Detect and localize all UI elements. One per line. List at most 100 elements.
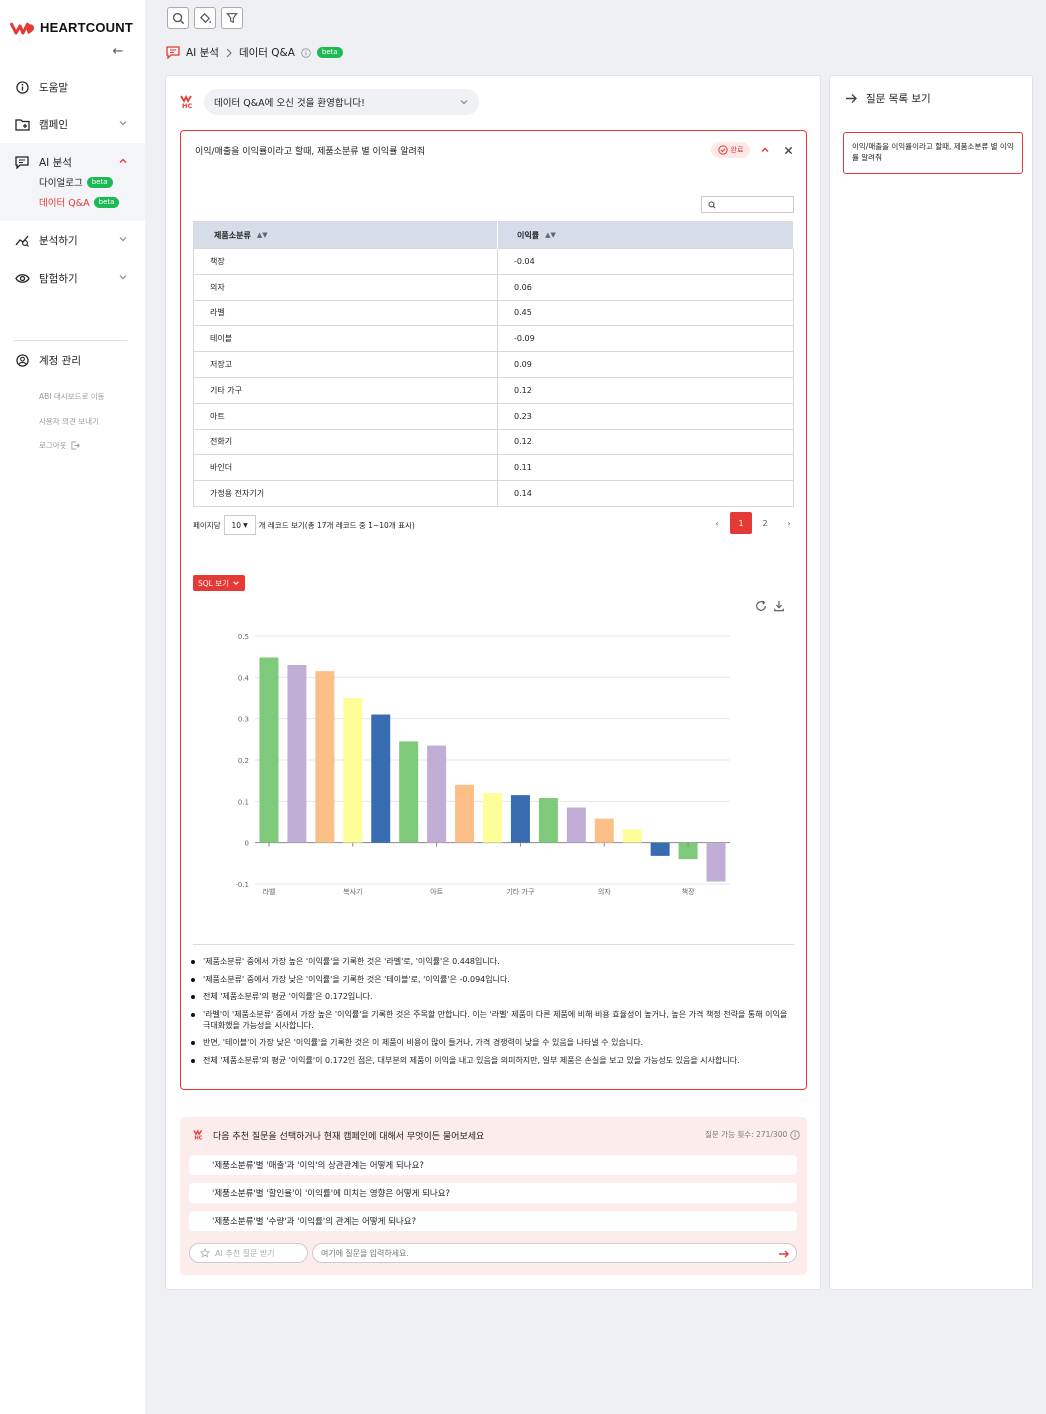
refresh-icon[interactable] xyxy=(755,600,767,612)
bar xyxy=(650,842,670,856)
sidebar-item-account[interactable]: 계정 관리 xyxy=(14,350,132,370)
next-page-button[interactable]: › xyxy=(778,512,800,534)
sidebar-item-ai-analysis[interactable]: AI 분석 xyxy=(14,152,132,172)
column-label: 제품소분류 xyxy=(214,230,251,240)
bar xyxy=(343,698,363,843)
ai-suggest-label: AI 추천 질문 받기 xyxy=(215,1248,275,1258)
question-list-title: 질문 목록 보기 xyxy=(866,93,931,105)
brand-logo[interactable]: HEARTCOUNT xyxy=(10,20,133,35)
feedback-link[interactable]: 사용자 의견 보내기 xyxy=(39,416,99,427)
question-list-item[interactable]: 이익/매출을 이익률이라고 할때, 제품소분류 별 이익률 알려줘 xyxy=(843,132,1023,174)
sql-view-button[interactable]: SQL 보기 xyxy=(193,575,245,591)
search-tool-button[interactable] xyxy=(167,7,189,29)
sort-icon: ▲▼ xyxy=(256,231,268,239)
table-cell: 0.11 xyxy=(497,454,794,481)
chevron-up-icon xyxy=(761,147,769,153)
paint-bucket-icon xyxy=(199,12,211,23)
x-tick-label: 기타 가구 xyxy=(506,887,535,896)
bar xyxy=(594,818,614,843)
collapse-sidebar-icon[interactable]: ← xyxy=(110,44,126,60)
suggested-question[interactable]: '제품소분류'별 '매출'과 '이익'의 상관관계는 어떻게 되나요? xyxy=(189,1155,797,1175)
welcome-dropdown[interactable]: 데이터 Q&A에 오신 것을 환영합니다! xyxy=(204,89,479,115)
table-cell: 아트 xyxy=(193,402,498,430)
collapse-card-button[interactable] xyxy=(758,143,772,157)
page-size-control: 페이지당 10 ▼ 개 레코드 보기(총 17개 레코드 중 1~10개 표시) xyxy=(193,515,415,535)
sidebar-item-campaign[interactable]: 캠페인 xyxy=(14,114,132,134)
sidebar-item-explore[interactable]: 탐험하기 xyxy=(14,268,132,288)
prev-page-button[interactable]: ‹ xyxy=(706,512,728,534)
y-tick-label: 0.3 xyxy=(238,716,249,724)
sidebar-sub-data-qa[interactable]: 데이터 Q&A beta xyxy=(39,195,120,209)
sub-item-label: 다이얼로그 xyxy=(39,178,83,189)
question-input[interactable] xyxy=(321,1248,761,1258)
page-size-select[interactable]: 10 ▼ xyxy=(223,515,256,535)
sidebar-item-label: 계정 관리 xyxy=(39,354,81,367)
sql-button-label: SQL 보기 xyxy=(197,578,230,588)
table-cell: 전화기 xyxy=(193,428,498,455)
column-header[interactable]: 제품소분류 ▲▼ xyxy=(193,221,498,249)
table-search-box[interactable] xyxy=(701,196,794,213)
suggestion-header-text: 다음 추천 질문을 선택하거나 현재 캠페인에 대해서 무엇이든 물어보세요 xyxy=(213,1131,485,1142)
table-row: 저장고 0.09 xyxy=(193,351,794,378)
page-size-value: 10 xyxy=(231,520,242,530)
question-list-header[interactable]: 질문 목록 보기 xyxy=(845,91,931,106)
status-text: 완료 xyxy=(730,146,744,154)
quota-text: 질문 가능 횟수: 271/300 xyxy=(705,1130,788,1139)
table-cell: 0.45 xyxy=(497,299,794,326)
page-button-2[interactable]: 2 xyxy=(754,512,776,534)
question-input-box[interactable] xyxy=(312,1243,797,1263)
sidebar-item-analyze[interactable]: 분석하기 xyxy=(14,230,132,250)
result-table: 제품소분류 ▲▼ 이익률 ▲▼ 책장 -0.04 의자 0.06 라벨 0.45 테이블 -… xyxy=(193,221,794,507)
table-cell: 저장고 xyxy=(193,351,498,378)
download-icon[interactable] xyxy=(773,600,785,612)
chevron-down-icon xyxy=(119,275,127,280)
page-button-1[interactable]: 1 xyxy=(730,512,752,534)
bar xyxy=(287,664,307,843)
summary-item: 전체 '제품소분류'의 평균 '이익률'은 0.172입니다. xyxy=(189,991,794,1002)
x-tick-label: 아트 xyxy=(430,887,443,896)
suggested-question[interactable]: '제품소분류'별 '할인율'이 '이익률'에 미치는 영향은 어떻게 되나요? xyxy=(189,1183,797,1203)
table-cell: 0.12 xyxy=(497,376,794,404)
summary-item: '제품소분류' 중에서 가장 높은 '이익률'을 기록한 것은 '라벨'로, '… xyxy=(189,956,794,967)
qa-question: 이익/매출을 이익률이라고 할때, 제품소분류 별 이익률 알려줘 xyxy=(195,147,426,157)
chevron-down-icon xyxy=(233,581,239,586)
sidebar-sub-dialog[interactable]: 다이얼로그 beta xyxy=(39,175,113,189)
logout-link[interactable]: 로그아웃 xyxy=(39,440,80,451)
sidebar-item-help[interactable]: 도움말 xyxy=(14,77,132,97)
bar xyxy=(622,829,642,843)
close-card-button[interactable] xyxy=(781,143,795,157)
abi-dashboard-link[interactable]: ABI 대시보드로 이동 xyxy=(39,391,105,402)
chevron-down-icon xyxy=(119,121,127,126)
bar xyxy=(455,784,475,843)
svg-text:HC: HC xyxy=(182,102,192,109)
bar xyxy=(538,798,558,843)
sort-icon: ▲▼ xyxy=(545,231,556,239)
y-tick-label: -0.1 xyxy=(235,881,249,889)
suggested-question[interactable]: '제품소분류'별 '수량'과 '이익률'의 관계는 어떻게 되나요? xyxy=(189,1211,797,1231)
filter-tool-button[interactable] xyxy=(221,7,243,29)
summary-item: 전체 '제품소분류'의 평균 '이익률'이 0.172인 점은, 대부분의 제품… xyxy=(189,1055,794,1066)
send-arrow-icon[interactable] xyxy=(778,1248,790,1260)
column-header[interactable]: 이익률 ▲▼ xyxy=(497,221,794,249)
bar xyxy=(371,714,391,843)
search-icon xyxy=(172,12,184,24)
column-label: 이익률 xyxy=(517,230,540,240)
heartcount-logo-icon xyxy=(10,21,34,34)
y-tick-label: 0 xyxy=(245,840,249,848)
table-cell: 가정용 전자기기 xyxy=(193,480,498,507)
x-tick-label: 복사기 xyxy=(343,887,362,896)
breadcrumb-root[interactable]: AI 분석 xyxy=(186,45,219,60)
ai-suggest-button[interactable]: AI 추천 질문 받기 xyxy=(189,1243,308,1263)
beta-badge: beta xyxy=(316,47,343,58)
sidebar-item-label: AI 분석 xyxy=(39,156,72,169)
info-icon[interactable] xyxy=(790,1129,800,1140)
table-search-input[interactable] xyxy=(720,200,790,209)
chevron-down-icon xyxy=(460,100,468,105)
info-icon xyxy=(14,79,30,95)
sidebar: HEARTCOUNT ← 도움말 캠페인 AI 분석 다이얼로그 beta 데이… xyxy=(0,0,145,1414)
info-icon[interactable] xyxy=(301,47,311,58)
paint-tool-button[interactable] xyxy=(194,7,216,29)
sidebar-item-label: 도움말 xyxy=(39,81,68,94)
table-cell: 의자 xyxy=(193,273,498,301)
question-quota: 질문 가능 횟수: 271/300 xyxy=(705,1129,800,1140)
